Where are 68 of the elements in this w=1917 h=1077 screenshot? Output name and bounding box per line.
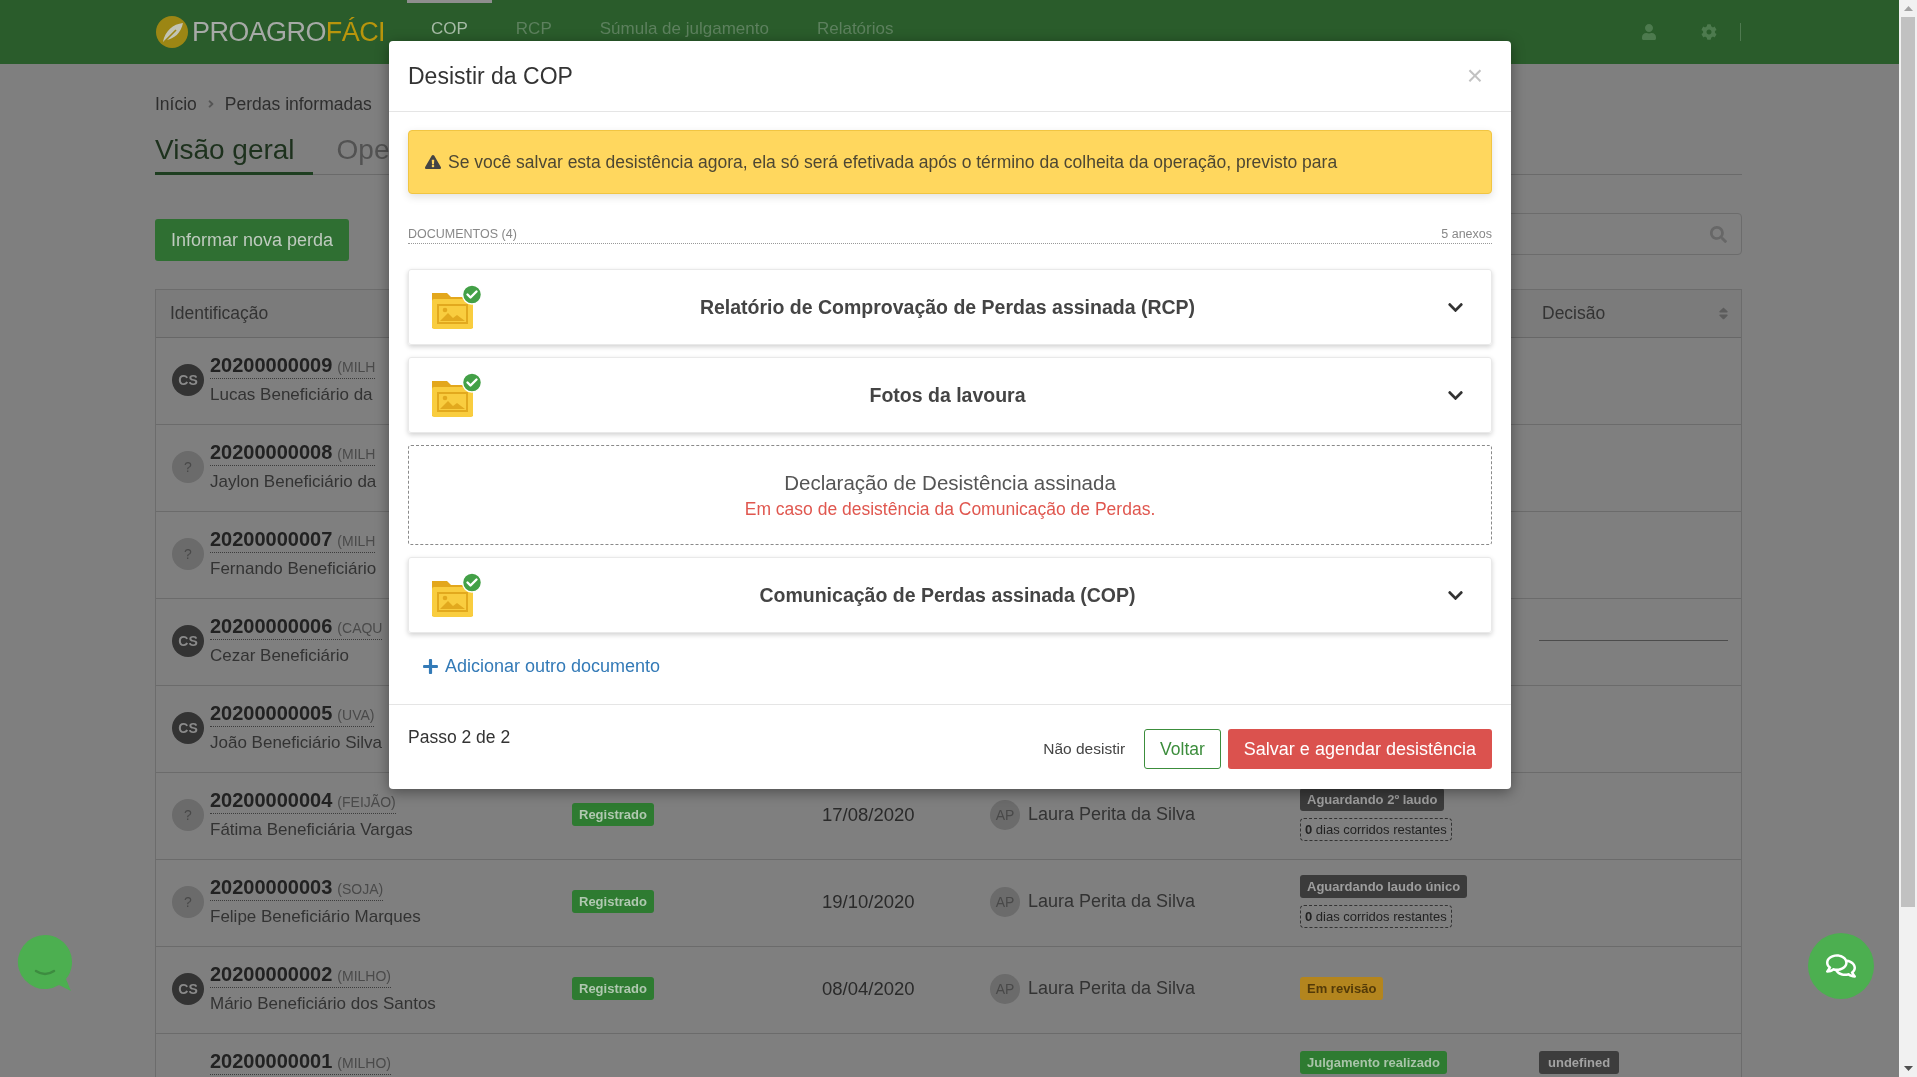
status-badge: Registrado bbox=[572, 803, 654, 826]
beneficiary-name: Fernando Beneficiário bbox=[210, 558, 377, 580]
date-text: 19/10/2020 bbox=[822, 890, 915, 913]
image-folder-check-icon bbox=[431, 372, 483, 418]
back-button[interactable]: Voltar bbox=[1144, 729, 1221, 769]
document-card[interactable]: Comunicação de Perdas assinada (COP) bbox=[408, 557, 1492, 633]
beneficiary-name: João Beneficiário Silva bbox=[210, 732, 382, 754]
analyst-name: Laura Perita da Silva bbox=[1028, 891, 1196, 912]
leaf-logo-icon bbox=[155, 15, 189, 49]
stage-badge: Em revisão bbox=[1300, 977, 1384, 1000]
user-avatar: CS bbox=[172, 363, 204, 396]
comments-icon bbox=[1826, 951, 1856, 981]
document-card[interactable]: Fotos da lavoura bbox=[408, 357, 1492, 433]
document-card[interactable]: Relatório de Comprovação de Perdas assinada (RCP) bbox=[408, 269, 1492, 345]
alert-text: Se você salvar esta desistência agora, ela só será efetivada após o término da colheita da operação, previsto para bbox=[448, 151, 1338, 173]
save-button[interactable]: Salvar e agendar desistência bbox=[1227, 729, 1492, 769]
stage-badge: Aguardando laudo único bbox=[1300, 875, 1468, 898]
beneficiary-name: Felipe Beneficiário Marques bbox=[210, 906, 421, 928]
scroll-down-icon[interactable] bbox=[1903, 1066, 1913, 1071]
user-avatar: ? bbox=[172, 450, 204, 483]
beneficiary-name: Fátima Beneficiária Vargas bbox=[210, 819, 413, 841]
warning-icon bbox=[425, 154, 441, 170]
attachments-count: 5 anexos bbox=[1441, 227, 1492, 241]
plus-icon bbox=[422, 657, 439, 675]
user-avatar: CS bbox=[172, 711, 204, 744]
document-hint: Em caso de desistência da Comunicação de Perdas. bbox=[744, 498, 1156, 520]
new-loss-button[interactable]: Informar nova perda bbox=[155, 219, 350, 261]
user-avatar: ? bbox=[172, 798, 204, 831]
status-badge: Registrado bbox=[572, 977, 654, 1000]
documents-label: DOCUMENTOS (4) bbox=[408, 227, 517, 241]
search-icon bbox=[1710, 225, 1727, 243]
status-badge: Registrado bbox=[572, 890, 654, 913]
upload-drop-zone[interactable]: Declaração de Desistência assinada Em caso de desistência da Comunicação de Perdas. bbox=[408, 445, 1492, 545]
image-folder-check-icon bbox=[431, 572, 483, 618]
beneficiary-name: Lucas Beneficiário da bbox=[210, 384, 373, 406]
countdown-text: 0 dias corridos restantes bbox=[1300, 905, 1452, 928]
scroll-up-icon[interactable] bbox=[1903, 6, 1913, 11]
column-header: Decisão bbox=[1542, 303, 1606, 324]
tab[interactable]: Visão geral bbox=[155, 132, 313, 175]
dismiss-link[interactable]: Não desistir bbox=[1031, 729, 1138, 769]
beneficiary-name: Mário Beneficiário dos Santos bbox=[210, 993, 436, 1015]
scrollbar-thumb[interactable] bbox=[1901, 17, 1915, 907]
document-title: Fotos da lavoura bbox=[869, 383, 1026, 407]
analyst-name: Laura Perita da Silva bbox=[1028, 978, 1196, 999]
image-folder-check-icon bbox=[431, 284, 483, 330]
stage-badge: Julgamento realizado bbox=[1300, 1050, 1447, 1074]
step-indicator: Passo 2 de 2 bbox=[408, 727, 511, 749]
column-header: Identificação bbox=[170, 303, 269, 324]
stage-badge: Aguardando 2º laudo bbox=[1300, 788, 1445, 811]
beneficiary-name: Cezar Beneficiário bbox=[210, 645, 349, 667]
user-avatar: ? bbox=[172, 885, 204, 918]
document-title: Declaração de Desistência assinada bbox=[784, 470, 1116, 495]
analyst-name: Laura Perita da Silva bbox=[1028, 804, 1196, 825]
decision-badge: undefined bbox=[1539, 1050, 1620, 1074]
date-text: 08/04/2020 bbox=[822, 977, 915, 1000]
user-avatar: ? bbox=[172, 537, 204, 570]
countdown-text: 0 dias corridos restantes bbox=[1300, 818, 1452, 841]
user-avatar: CS bbox=[172, 972, 204, 1005]
add-document-link[interactable]: Adicionar outro documento bbox=[422, 655, 661, 677]
document-title: Relatório de Comprovação de Perdas assinada (RCP) bbox=[699, 295, 1196, 319]
breadcrumb-link[interactable]: Início bbox=[155, 93, 197, 115]
modal-title: Desistir da COP bbox=[408, 62, 573, 90]
breadcrumb-current: Perdas informadas bbox=[224, 93, 372, 115]
document-title: Comunicação de Perdas assinada (COP) bbox=[759, 583, 1136, 607]
user-avatar: CS bbox=[172, 624, 204, 657]
logo-wordmark[interactable]: PROAGROFÁCI bbox=[192, 16, 385, 48]
date-text: 17/08/2020 bbox=[822, 803, 915, 826]
beneficiary-name: Jaylon Beneficiário da bbox=[210, 471, 377, 493]
